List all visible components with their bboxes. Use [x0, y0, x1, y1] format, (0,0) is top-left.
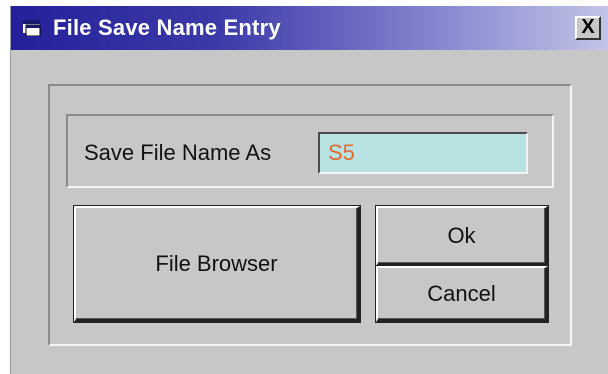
file-browser-label: File Browser: [155, 250, 278, 276]
save-file-name-label: Save File Name As: [84, 140, 272, 165]
close-button[interactable]: X: [575, 16, 601, 40]
file-name-input[interactable]: [318, 132, 528, 174]
window-title: File Save Name Entry: [53, 15, 281, 40]
title-bar[interactable]: File Save Name Entry X: [11, 6, 608, 50]
file-browser-button[interactable]: File Browser: [73, 205, 361, 323]
close-icon: X: [581, 16, 595, 38]
ok-label: Ok: [447, 222, 476, 248]
cancel-label: Cancel: [427, 280, 496, 306]
cancel-button[interactable]: Cancel: [375, 265, 549, 323]
window-app-icon: [23, 20, 41, 36]
ok-button[interactable]: Ok: [375, 205, 549, 267]
